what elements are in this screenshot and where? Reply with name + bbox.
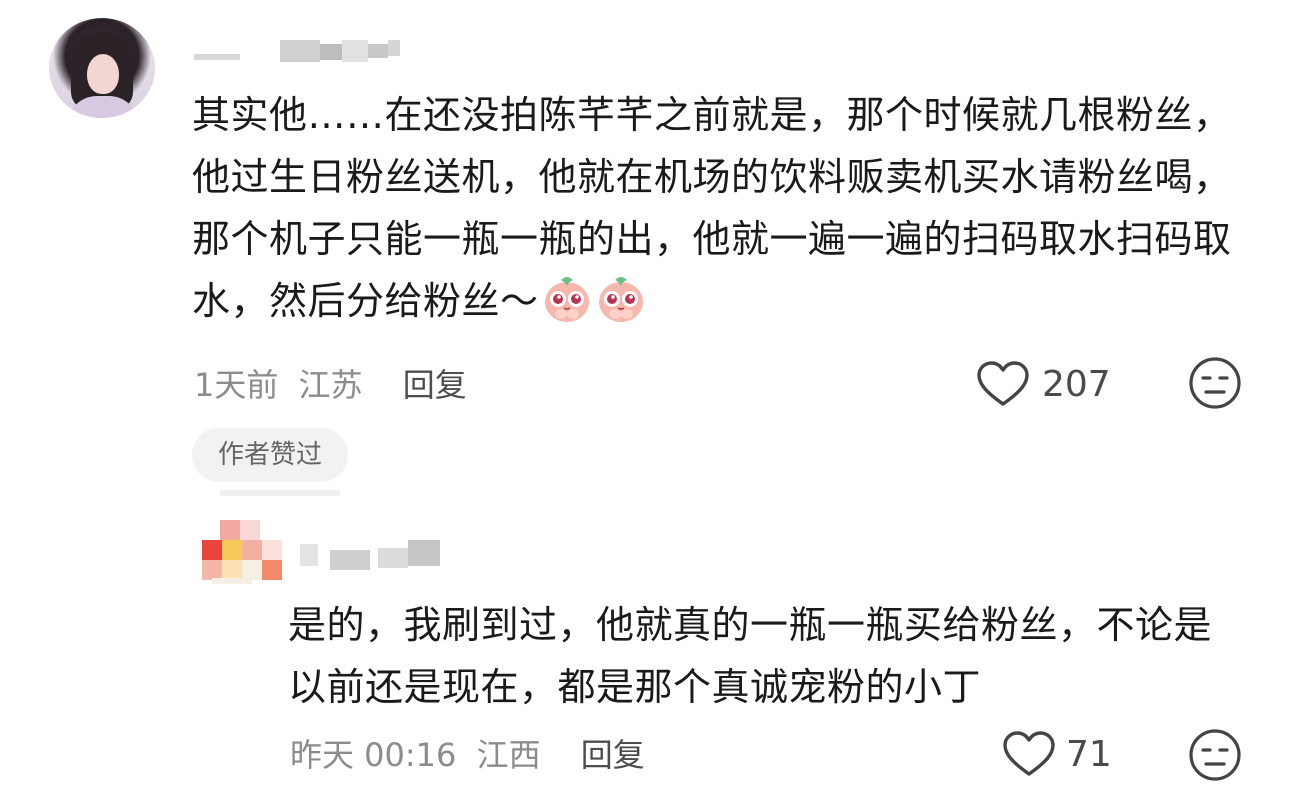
pleading-face-icon [541, 272, 593, 324]
like-button[interactable]: 71 [1002, 728, 1112, 780]
reply-button[interactable]: 回复 [403, 366, 467, 404]
like-button[interactable]: 207 [976, 358, 1111, 410]
redacted-line [220, 490, 340, 496]
username-redacted[interactable] [300, 540, 460, 572]
comment-text: 是的，我刷到过，他就真的一瓶一瓶买给粉丝，不论是以前还是现在，都是那个真诚宠粉的… [288, 603, 1213, 709]
heart-icon [1002, 730, 1056, 778]
comment-meta: 1天前 江苏 回复 [194, 360, 467, 406]
comment-time: 昨天 00:16 [290, 736, 457, 774]
comment-text: 其实他……在还没拍陈芊芊之前就是，那个时候就几根粉丝，他过生日粉丝送机，他就在机… [192, 93, 1232, 324]
avatar-face [87, 54, 119, 94]
avatar[interactable] [49, 18, 155, 118]
dislike-face-icon[interactable] [1188, 356, 1242, 410]
dislike-face-icon[interactable] [1188, 728, 1242, 782]
author-liked-badge: 作者赞过 [192, 428, 348, 482]
like-count: 71 [1066, 733, 1112, 775]
like-count: 207 [1042, 363, 1111, 405]
reply-button[interactable]: 回复 [581, 736, 645, 774]
pleading-face-icon [595, 272, 647, 324]
comment-location: 江西 [476, 736, 541, 774]
comment-meta: 昨天 00:16 江西 回复 [290, 730, 645, 776]
username-redacted[interactable] [194, 38, 404, 64]
comment-time: 1天前 [194, 366, 279, 404]
heart-icon [976, 360, 1030, 408]
avatar[interactable] [202, 520, 282, 584]
comment-location: 江苏 [298, 366, 363, 404]
